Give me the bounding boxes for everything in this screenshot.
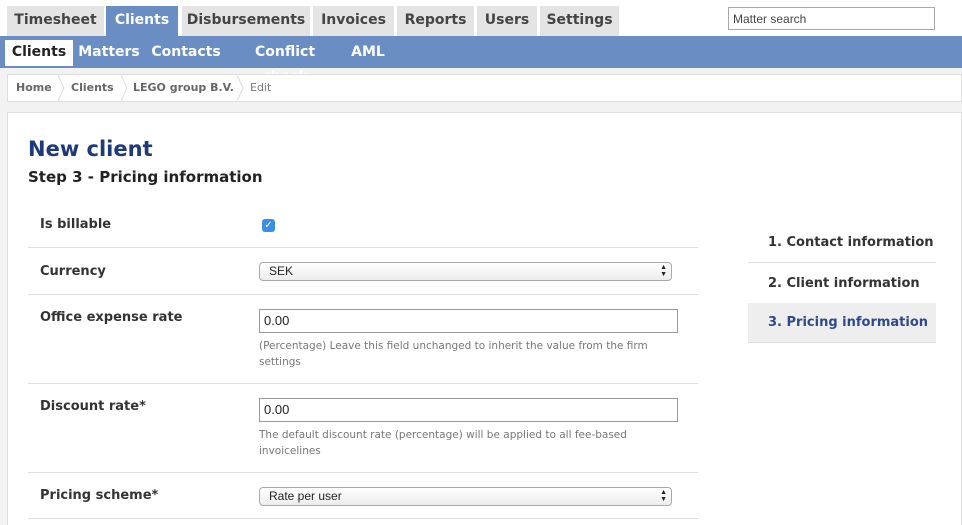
breadcrumb-edit: Edit	[250, 81, 272, 94]
subtab-conflict-check[interactable]: Conflict check	[230, 40, 340, 85]
office-expense-input[interactable]: 0.00	[259, 309, 678, 333]
breadcrumb-client-name[interactable]: LEGO group B.V.	[133, 75, 234, 101]
billable-checkbox[interactable]: ✓	[262, 219, 275, 232]
form-row-currency: Currency SEK ▲ ▼	[28, 248, 698, 295]
currency-value: SEK	[269, 264, 294, 278]
breadcrumb-separator-icon	[57, 75, 65, 101]
pricing-scheme-value: Rate per user	[269, 489, 342, 503]
subtab-clients[interactable]: Clients	[5, 40, 73, 66]
tab-invoices[interactable]: Invoices	[313, 6, 394, 36]
tab-settings[interactable]: Settings	[540, 6, 619, 36]
select-arrows-icon: ▲ ▼	[660, 264, 667, 278]
matter-search-input[interactable]	[728, 7, 935, 30]
breadcrumb-separator-icon	[120, 75, 128, 101]
pricing-scheme-select[interactable]: Rate per user ▲ ▼	[259, 487, 672, 506]
step-client-information[interactable]: 2. Client information	[748, 264, 936, 304]
currency-select[interactable]: SEK ▲ ▼	[259, 262, 672, 281]
breadcrumb-home[interactable]: Home	[16, 75, 52, 101]
billable-label: Is billable	[40, 217, 112, 232]
discount-label: Discount rate*	[40, 399, 146, 414]
office-expense-help: (Percentage) Leave this field unchanged …	[259, 340, 648, 368]
form-row-pricing-scheme: Pricing scheme* Rate per user ▲ ▼	[28, 473, 698, 519]
subtab-contacts[interactable]: Contacts	[150, 40, 222, 66]
sub-nav: Clients Matters Contacts Conflict check …	[0, 36, 962, 85]
tab-disbursements[interactable]: Disbursements	[182, 6, 310, 36]
select-arrows-icon: ▲ ▼	[660, 489, 667, 503]
breadcrumb-separator-icon	[236, 75, 244, 101]
subtab-matters[interactable]: Matters	[78, 40, 140, 66]
discount-input[interactable]: 0.00	[259, 398, 678, 422]
top-nav: Timesheet Clients Disbursements Invoices…	[0, 0, 962, 36]
pricing-scheme-label: Pricing scheme*	[40, 488, 159, 503]
currency-label: Currency	[40, 264, 106, 279]
breadcrumb: Home Clients LEGO group B.V. Edit	[7, 74, 962, 102]
form-row-office-expense: Office expense rate 0.00 (Percentage) Le…	[28, 295, 698, 384]
tab-reports[interactable]: Reports	[397, 6, 474, 36]
tab-clients[interactable]: Clients	[106, 6, 178, 36]
discount-help: The default discount rate (percentage) w…	[259, 429, 627, 457]
office-expense-label: Office expense rate	[40, 310, 183, 325]
form-row-discount: Discount rate* 0.00 The default discount…	[28, 384, 698, 473]
client-form-card: New client Step 3 - Pricing information …	[7, 112, 962, 525]
form-row-billable: Is billable ✓	[28, 203, 698, 248]
step-contact-information[interactable]: 1. Contact information	[748, 223, 936, 263]
breadcrumb-clients[interactable]: Clients	[71, 75, 114, 101]
tab-timesheet[interactable]: Timesheet	[7, 6, 104, 36]
page-subtitle: Step 3 - Pricing information	[28, 168, 263, 186]
subtab-aml[interactable]: AML	[348, 40, 388, 66]
step-pricing-information[interactable]: 3. Pricing information	[748, 303, 936, 343]
tab-users[interactable]: Users	[477, 6, 537, 36]
page-title: New client	[28, 137, 153, 161]
